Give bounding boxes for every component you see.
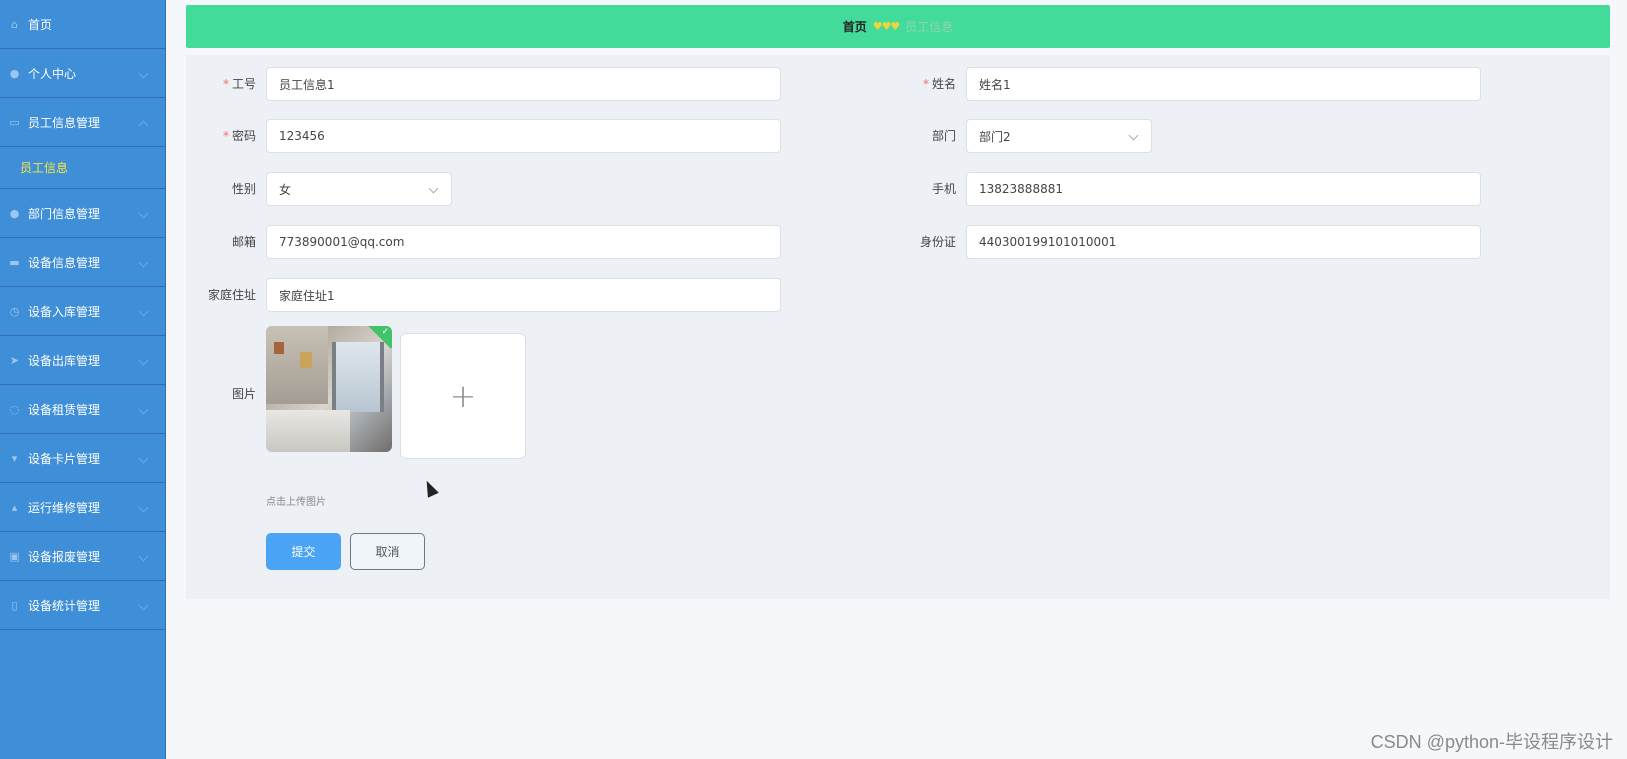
sidebar-item-label: 运行维修管理 bbox=[28, 500, 101, 515]
sidebar-item-label: 设备租赁管理 bbox=[28, 402, 101, 417]
name-label: * 姓名 bbox=[922, 77, 956, 91]
email-input[interactable]: 773890001@qq.com bbox=[266, 225, 781, 259]
sidebar-item-device-inbound[interactable]: ◷ 设备入库管理 bbox=[0, 287, 165, 336]
idcard-input[interactable]: 440300199101010001 bbox=[966, 225, 1481, 259]
cancel-button[interactable]: 取消 bbox=[350, 533, 425, 570]
required-mark: * bbox=[222, 129, 229, 143]
plus-icon: + bbox=[449, 377, 477, 415]
required-mark: * bbox=[922, 77, 929, 91]
gender-label: 性别 bbox=[231, 182, 256, 196]
chat-icon: ▭ bbox=[9, 115, 20, 129]
breadcrumb-bar: 首页 ♥♥♥ 员工信息 bbox=[186, 5, 1610, 48]
sidebar-item-device-info[interactable]: ▬ 设备信息管理 bbox=[0, 238, 165, 287]
card-icon: ▾ bbox=[11, 451, 18, 465]
tool-icon: ▴ bbox=[11, 500, 18, 514]
chevron-down-icon bbox=[138, 257, 149, 268]
breadcrumb-current: 员工信息 bbox=[905, 20, 954, 34]
sidebar: ⌂ 首页 ● 个人中心 ▭ 员工信息管理 员工信息 ● 部门信息管理 ▬ 设备信息管理 ◷… bbox=[0, 0, 166, 759]
sidebar-item-dept-mgmt[interactable]: ● 部门信息管理 bbox=[0, 189, 165, 238]
sidebar-subitem-employee-info[interactable]: 员工信息 bbox=[0, 147, 165, 189]
monitor-icon: ▬ bbox=[9, 255, 20, 269]
sidebar-item-device-lease[interactable]: ◌ 设备租赁管理 bbox=[0, 385, 165, 434]
sidebar-item-profile[interactable]: ● 个人中心 bbox=[0, 49, 165, 98]
emp-no-label: * 工号 bbox=[222, 77, 256, 91]
upload-hint: 点击上传图片 bbox=[266, 497, 326, 508]
emp-no-input[interactable]: 员工信息1 bbox=[266, 67, 781, 101]
address-input[interactable]: 家庭住址1 bbox=[266, 278, 781, 312]
heart-icon: ♥♥♥ bbox=[872, 20, 901, 33]
chevron-down-icon bbox=[138, 502, 149, 513]
sidebar-item-device-outbound[interactable]: ➤ 设备出库管理 bbox=[0, 336, 165, 385]
sidebar-item-label: 员工信息管理 bbox=[28, 115, 101, 130]
breadcrumb-home[interactable]: 首页 bbox=[843, 18, 867, 35]
chevron-down-icon bbox=[138, 306, 149, 317]
sidebar-item-stats[interactable]: ▯ 设备统计管理 bbox=[0, 581, 165, 630]
gender-select-value: 女 bbox=[279, 182, 292, 197]
power-icon: ◌ bbox=[9, 402, 20, 416]
address-label: 家庭住址 bbox=[207, 288, 256, 302]
chevron-up-icon bbox=[138, 120, 149, 131]
image-label: 图片 bbox=[231, 387, 256, 401]
send-icon: ➤ bbox=[9, 353, 20, 367]
chevron-down-icon bbox=[428, 183, 439, 194]
email-label: 邮箱 bbox=[231, 235, 256, 249]
name-input[interactable]: 姓名1 bbox=[966, 67, 1481, 101]
sidebar-item-label: 设备统计管理 bbox=[28, 598, 101, 613]
dept-select-value: 部门2 bbox=[979, 129, 1011, 144]
sidebar-item-label: 部门信息管理 bbox=[28, 206, 101, 221]
chevron-down-icon bbox=[138, 68, 149, 79]
submit-button[interactable]: 提交 bbox=[266, 533, 341, 570]
sidebar-item-label: 设备信息管理 bbox=[28, 255, 101, 270]
sidebar-item-label: 个人中心 bbox=[28, 66, 77, 81]
chevron-down-icon bbox=[138, 551, 149, 562]
password-input[interactable]: 123456 bbox=[266, 119, 781, 153]
check-icon: ✓ bbox=[381, 327, 389, 337]
sidebar-item-device-card[interactable]: ▾ 设备卡片管理 bbox=[0, 434, 165, 483]
sidebar-item-home[interactable]: ⌂ 首页 bbox=[0, 0, 165, 49]
gender-select[interactable]: 女 bbox=[266, 172, 452, 206]
sidebar-item-maintenance[interactable]: ▴ 运行维修管理 bbox=[0, 483, 165, 532]
idcard-label: 身份证 bbox=[919, 235, 956, 249]
chevron-down-icon bbox=[138, 453, 149, 464]
chevron-down-icon bbox=[138, 208, 149, 219]
password-label: * 密码 bbox=[222, 129, 256, 143]
uploaded-photo[interactable]: ✓ bbox=[266, 326, 392, 452]
dept-select[interactable]: 部门2 bbox=[966, 119, 1152, 153]
watermark: CSDN @python-毕设程序设计 bbox=[1370, 732, 1613, 752]
sidebar-item-label: 设备报废管理 bbox=[28, 549, 101, 564]
user-icon: ● bbox=[9, 66, 20, 80]
clock-icon: ◷ bbox=[9, 304, 20, 318]
dept-label: 部门 bbox=[931, 129, 956, 143]
home-icon: ⌂ bbox=[11, 17, 18, 31]
chevron-down-icon bbox=[1128, 130, 1139, 141]
sidebar-item-label: 设备入库管理 bbox=[28, 304, 101, 319]
phone-label: 手机 bbox=[931, 182, 956, 196]
sidebar-item-label: 设备出库管理 bbox=[28, 353, 101, 368]
chevron-down-icon bbox=[138, 600, 149, 611]
phone-icon: ▯ bbox=[11, 598, 18, 612]
required-mark: * bbox=[222, 77, 229, 91]
upload-add-button[interactable]: + bbox=[400, 333, 526, 459]
chevron-down-icon bbox=[138, 355, 149, 366]
sidebar-item-label: 首页 bbox=[28, 17, 53, 32]
sidebar-item-employee-mgmt[interactable]: ▭ 员工信息管理 bbox=[0, 98, 165, 147]
chevron-down-icon bbox=[138, 404, 149, 415]
sidebar-item-label: 设备卡片管理 bbox=[28, 451, 101, 466]
sidebar-subitem-label: 员工信息 bbox=[20, 161, 69, 175]
phone-input[interactable]: 13823888881 bbox=[966, 172, 1481, 206]
location-icon: ● bbox=[9, 206, 20, 220]
briefcase-icon: ▣ bbox=[9, 549, 20, 563]
sidebar-item-scrap[interactable]: ▣ 设备报废管理 bbox=[0, 532, 165, 581]
